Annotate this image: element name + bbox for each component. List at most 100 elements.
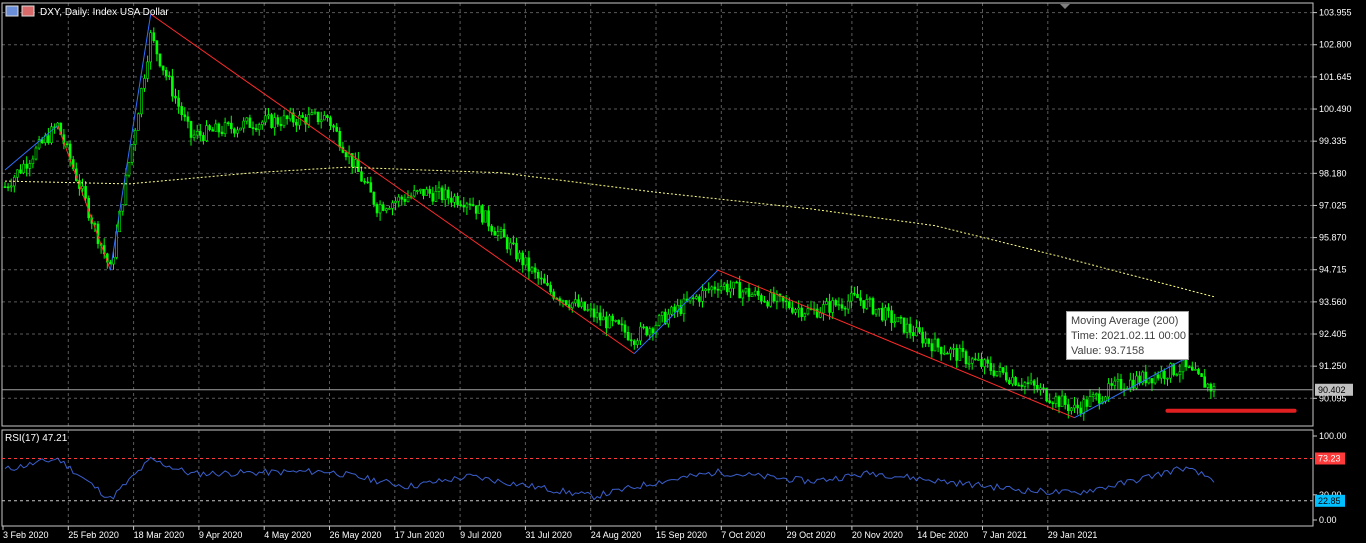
candle-body bbox=[980, 358, 983, 367]
candle-body bbox=[533, 267, 537, 273]
x-tick-label: 7 Oct 2020 bbox=[721, 530, 765, 540]
candle-body bbox=[316, 111, 320, 123]
candle-body bbox=[756, 290, 760, 296]
candle-body bbox=[195, 131, 199, 136]
candle-body bbox=[211, 129, 214, 132]
candle-body bbox=[397, 196, 401, 202]
candle-body bbox=[381, 204, 385, 211]
candle-body bbox=[794, 309, 797, 313]
candle-body bbox=[629, 339, 633, 342]
candle-body bbox=[1098, 393, 1101, 404]
candle-body bbox=[911, 332, 915, 337]
candle-body bbox=[459, 204, 463, 206]
candle-body bbox=[192, 134, 196, 138]
zigzag-segment bbox=[4, 125, 59, 171]
candle-body bbox=[428, 189, 432, 194]
candle-body bbox=[329, 117, 332, 126]
x-tick-label: 4 May 2020 bbox=[264, 530, 311, 540]
candle-body bbox=[180, 106, 183, 116]
candle-body bbox=[406, 197, 410, 202]
candle-body bbox=[465, 203, 469, 208]
candle-body bbox=[239, 127, 242, 131]
candle-body bbox=[391, 202, 394, 209]
candle-body bbox=[384, 208, 388, 211]
candle-body bbox=[276, 117, 280, 125]
candle-body bbox=[707, 288, 711, 291]
candle-body bbox=[964, 351, 968, 365]
candle-body bbox=[871, 298, 875, 315]
candle-body bbox=[955, 348, 959, 361]
candle-body bbox=[803, 313, 807, 317]
candle-body bbox=[1110, 383, 1113, 386]
x-tick-label: 3 Feb 2020 bbox=[3, 530, 49, 540]
candle-body bbox=[493, 231, 497, 236]
candle-body bbox=[828, 301, 831, 313]
y-tick-label: 95.870 bbox=[1319, 233, 1347, 243]
candle-body bbox=[1020, 384, 1024, 387]
candle-body bbox=[710, 286, 714, 291]
candle-body bbox=[1116, 378, 1120, 382]
candle-body bbox=[952, 348, 955, 350]
zigzag-segment bbox=[150, 13, 635, 355]
candle-body bbox=[1001, 367, 1005, 373]
candle-body bbox=[313, 111, 317, 114]
candle-body bbox=[961, 348, 965, 352]
candle-body bbox=[884, 307, 887, 321]
candle-body bbox=[273, 117, 277, 128]
candle-body bbox=[825, 301, 828, 305]
moving-average-series bbox=[4, 166, 1215, 298]
candle-body bbox=[530, 267, 534, 272]
axes: 103.955 102.800 101.645 100.490 99.335 98.180… bbox=[2, 8, 1352, 540]
rsi-y-tick-label: 0.00 bbox=[1319, 515, 1337, 525]
candle-body bbox=[862, 300, 866, 309]
candle-body bbox=[220, 131, 224, 135]
candle-body bbox=[682, 298, 686, 315]
candle-body bbox=[1014, 377, 1017, 386]
rsi-line bbox=[4, 456, 1215, 501]
candle-body bbox=[353, 159, 357, 168]
candle-body bbox=[1082, 399, 1086, 414]
candle-body bbox=[1203, 376, 1206, 388]
candle-body bbox=[927, 338, 931, 344]
zigzag-segment bbox=[109, 14, 152, 271]
candle-body bbox=[1113, 380, 1117, 386]
candle-body bbox=[279, 123, 283, 127]
candle-body bbox=[1160, 370, 1163, 379]
candle-body bbox=[344, 152, 348, 158]
candle-body bbox=[1138, 375, 1141, 384]
candle-body bbox=[186, 116, 190, 122]
window-icon bbox=[5, 5, 19, 17]
candle-body bbox=[484, 210, 487, 223]
candle-body bbox=[257, 124, 261, 130]
candle-body bbox=[1147, 378, 1151, 384]
candle-body bbox=[1079, 407, 1082, 414]
x-tick-label: 7 Jan 2021 bbox=[983, 530, 1028, 540]
candle-body bbox=[288, 112, 292, 120]
candle-body bbox=[1067, 404, 1070, 411]
candle-body bbox=[322, 115, 326, 121]
candle-body bbox=[394, 200, 397, 204]
candle-body bbox=[217, 123, 221, 133]
y-tick-label: 102.800 bbox=[1319, 40, 1352, 50]
moving-average-line bbox=[4, 166, 1215, 298]
candle-body bbox=[140, 88, 143, 115]
candle-body bbox=[1187, 366, 1191, 369]
candle-body bbox=[800, 307, 804, 317]
candle-body bbox=[214, 123, 218, 132]
candle-body bbox=[958, 348, 962, 361]
candle-body bbox=[1063, 395, 1067, 405]
candle-body bbox=[440, 187, 444, 201]
candle-body bbox=[335, 126, 339, 132]
candle-body bbox=[608, 315, 611, 329]
candle-body bbox=[471, 204, 475, 207]
y-tick-label: 97.025 bbox=[1319, 200, 1347, 210]
y-tick-label: 101.645 bbox=[1319, 72, 1352, 82]
candle-body bbox=[31, 158, 35, 164]
candle-body bbox=[856, 293, 859, 299]
x-tick-label: 9 Apr 2020 bbox=[199, 530, 243, 540]
chart-canvas[interactable]: 103.955 102.800 101.645 100.490 99.335 98.180… bbox=[0, 0, 1366, 543]
candle-body bbox=[595, 312, 599, 318]
candle-body bbox=[970, 358, 974, 364]
candle-body bbox=[189, 121, 193, 138]
ma-tooltip: Moving Average (200) Time: 2021.02.11 00… bbox=[1066, 311, 1189, 360]
